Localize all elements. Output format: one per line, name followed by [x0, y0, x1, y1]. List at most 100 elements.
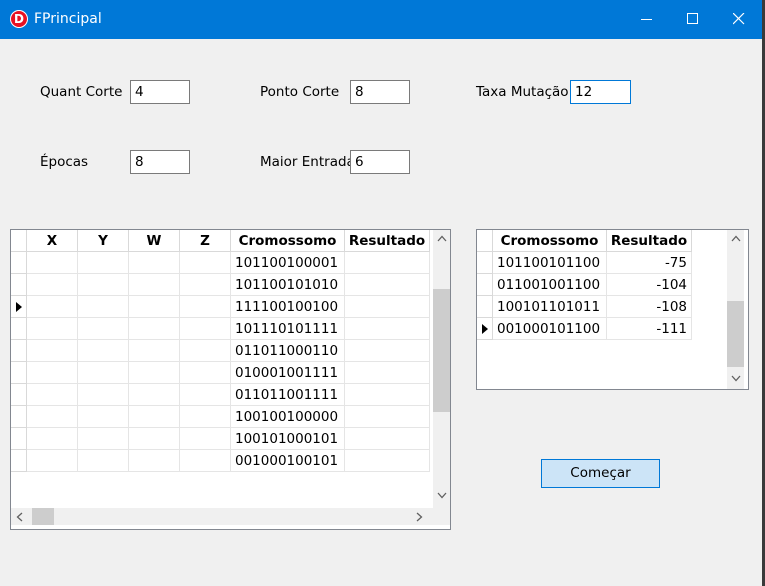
table-cell[interactable]: 101110101111: [231, 318, 345, 340]
table-cell[interactable]: 100100100000: [231, 406, 345, 428]
table-cell[interactable]: [345, 252, 430, 274]
table-cell[interactable]: [27, 362, 78, 384]
table-cell[interactable]: [129, 362, 180, 384]
table-cell[interactable]: [345, 318, 430, 340]
table-cell[interactable]: [27, 274, 78, 296]
row-header-cell[interactable]: [11, 450, 27, 472]
table-cell[interactable]: 001000101100: [493, 318, 607, 340]
table-cell[interactable]: [78, 252, 129, 274]
row-header-cell[interactable]: [11, 362, 27, 384]
table-cell[interactable]: [78, 318, 129, 340]
table-cell[interactable]: [27, 318, 78, 340]
table-cell[interactable]: [27, 340, 78, 362]
result-grid-vertical-scrollbar[interactable]: [727, 230, 744, 389]
taxa-mutacao-input[interactable]: [570, 80, 631, 104]
table-cell[interactable]: -104: [607, 274, 692, 296]
row-header-cell[interactable]: [11, 340, 27, 362]
column-header[interactable]: W: [129, 230, 180, 252]
table-cell[interactable]: [27, 384, 78, 406]
row-header-cell[interactable]: [11, 318, 27, 340]
column-header[interactable]: Y: [78, 230, 129, 252]
table-row[interactable]: 101100101100 -75: [477, 252, 692, 274]
column-header[interactable]: Cromossomo: [231, 230, 345, 252]
row-header-cell[interactable]: [11, 252, 27, 274]
column-header[interactable]: Resultado: [607, 230, 692, 252]
table-cell[interactable]: [78, 296, 129, 318]
table-cell[interactable]: 101100101010: [231, 274, 345, 296]
scroll-left-button[interactable]: [11, 508, 28, 525]
column-header[interactable]: Cromossomo: [493, 230, 607, 252]
table-cell[interactable]: 101100101100: [493, 252, 607, 274]
title-bar[interactable]: D FPrincipal: [0, 0, 762, 39]
table-row[interactable]: 001000101100 -111: [477, 318, 692, 340]
population-grid[interactable]: X Y W Z Cromossomo Resultado 101100100001 10110…: [10, 229, 451, 530]
table-cell[interactable]: [345, 296, 430, 318]
table-cell[interactable]: [129, 406, 180, 428]
column-header[interactable]: Resultado: [345, 230, 430, 252]
quant-corte-input[interactable]: [130, 80, 190, 104]
table-cell[interactable]: [27, 406, 78, 428]
table-row[interactable]: 010001001111: [11, 362, 430, 384]
table-cell[interactable]: [180, 362, 231, 384]
maximize-button[interactable]: [670, 0, 716, 39]
scroll-up-button[interactable]: [433, 230, 450, 247]
table-cell[interactable]: [78, 406, 129, 428]
table-cell[interactable]: [180, 406, 231, 428]
table-cell[interactable]: -108: [607, 296, 692, 318]
table-row[interactable]: 101110101111: [11, 318, 430, 340]
table-cell[interactable]: [78, 340, 129, 362]
population-grid-horizontal-scrollbar[interactable]: [11, 508, 433, 525]
scroll-thumb[interactable]: [433, 289, 450, 412]
table-cell[interactable]: [27, 428, 78, 450]
row-header-cell[interactable]: [11, 296, 27, 318]
table-cell[interactable]: [180, 274, 231, 296]
corner-header-cell[interactable]: [11, 230, 27, 252]
scroll-thumb[interactable]: [727, 301, 744, 367]
close-button[interactable]: [716, 0, 762, 39]
table-cell[interactable]: [180, 450, 231, 472]
table-row[interactable]: 101100101010: [11, 274, 430, 296]
table-cell[interactable]: [345, 340, 430, 362]
table-cell[interactable]: [27, 296, 78, 318]
table-cell[interactable]: [129, 340, 180, 362]
table-cell[interactable]: [129, 274, 180, 296]
row-header-cell[interactable]: [11, 428, 27, 450]
table-cell[interactable]: [345, 406, 430, 428]
row-header-cell[interactable]: [11, 406, 27, 428]
table-row[interactable]: 100101000101: [11, 428, 430, 450]
table-cell[interactable]: 111100100100: [231, 296, 345, 318]
table-cell[interactable]: [129, 252, 180, 274]
table-cell[interactable]: [345, 450, 430, 472]
table-cell[interactable]: [129, 296, 180, 318]
table-cell[interactable]: 011011001111: [231, 384, 345, 406]
table-cell[interactable]: [129, 450, 180, 472]
table-row[interactable]: 011011001111: [11, 384, 430, 406]
column-header[interactable]: X: [27, 230, 78, 252]
minimize-button[interactable]: [624, 0, 670, 39]
table-cell[interactable]: [345, 274, 430, 296]
table-cell[interactable]: [180, 428, 231, 450]
epocas-input[interactable]: [130, 150, 190, 174]
table-cell[interactable]: [27, 252, 78, 274]
table-row[interactable]: 001000100101: [11, 450, 430, 472]
table-cell[interactable]: [78, 274, 129, 296]
table-row[interactable]: 111100100100: [11, 296, 430, 318]
table-row[interactable]: 011011000110: [11, 340, 430, 362]
table-row[interactable]: 100101101011 -108: [477, 296, 692, 318]
table-cell[interactable]: [78, 362, 129, 384]
table-cell[interactable]: -75: [607, 252, 692, 274]
scroll-down-button[interactable]: [727, 370, 744, 387]
table-cell[interactable]: -111: [607, 318, 692, 340]
table-cell[interactable]: [78, 450, 129, 472]
table-cell[interactable]: [180, 340, 231, 362]
table-cell[interactable]: [129, 318, 180, 340]
table-cell[interactable]: 001000100101: [231, 450, 345, 472]
table-cell[interactable]: 101100100001: [231, 252, 345, 274]
scroll-right-button[interactable]: [411, 508, 428, 525]
scroll-up-button[interactable]: [727, 230, 744, 247]
table-cell[interactable]: [129, 428, 180, 450]
start-button[interactable]: Começar: [541, 459, 660, 488]
row-header-cell[interactable]: [11, 384, 27, 406]
table-cell[interactable]: [129, 384, 180, 406]
table-cell[interactable]: [345, 362, 430, 384]
